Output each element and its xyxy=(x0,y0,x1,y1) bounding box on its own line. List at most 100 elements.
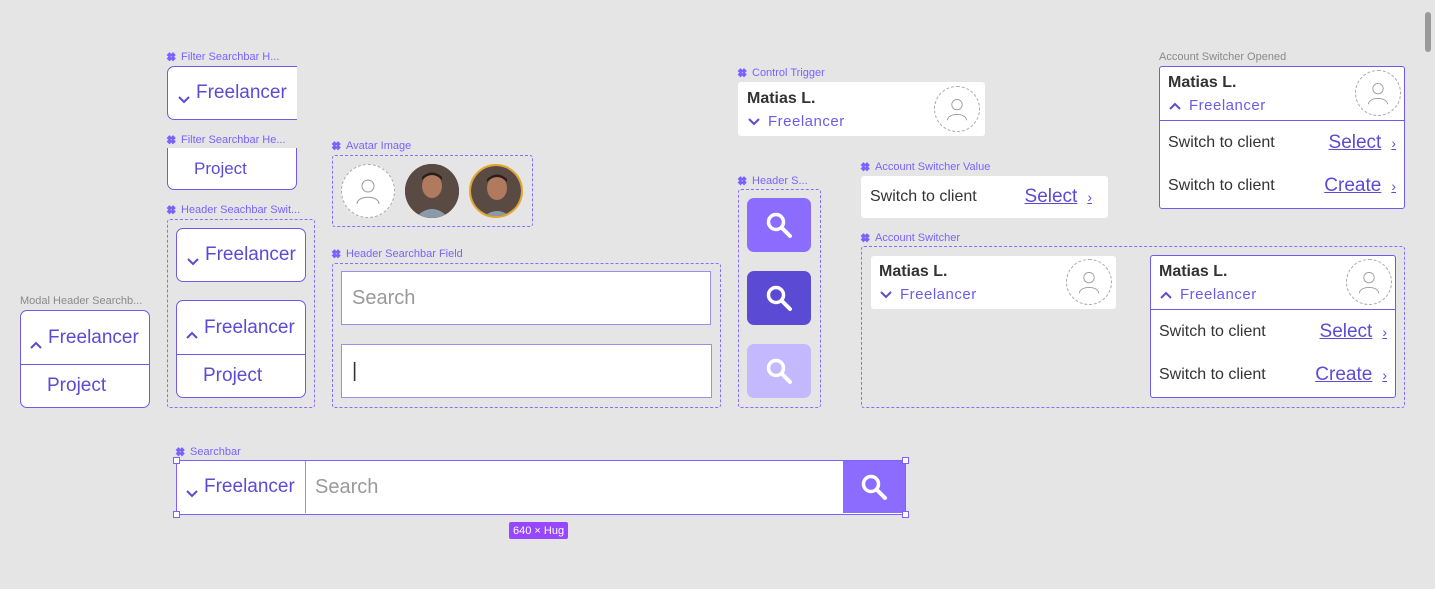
dropdown-value: Freelancer xyxy=(48,326,139,348)
account-role-text: Freelancer xyxy=(1180,286,1257,303)
search-placeholder: Search xyxy=(315,475,379,498)
account-switcher-closed[interactable]: Matias L. Freelancer xyxy=(871,256,1116,309)
frame-label-switcher-value: Account Switcher Value xyxy=(862,161,990,173)
user-icon xyxy=(1368,83,1388,105)
searchbar-input[interactable]: Search xyxy=(315,461,378,513)
account-control-trigger[interactable]: Matias L. Freelancer xyxy=(738,82,985,136)
switch-option-create[interactable]: Switch to client Create › xyxy=(1160,164,1404,207)
switcher-header[interactable]: Matias L. Freelancer xyxy=(1160,67,1404,121)
option-label: Project xyxy=(194,158,247,178)
dropdown-value: Freelancer xyxy=(204,316,295,338)
component-icon xyxy=(862,234,871,243)
frame-label-text: Searchbar xyxy=(190,446,241,458)
account-role-text: Freelancer xyxy=(1189,97,1266,114)
select-label: Select xyxy=(1024,186,1078,207)
switcher-header[interactable]: Matias L. Freelancer xyxy=(1151,256,1395,310)
person-photo-icon xyxy=(405,164,459,218)
search-button-disabled[interactable] xyxy=(747,344,811,398)
dropdown-trigger[interactable]: Freelancer xyxy=(177,301,305,355)
create-link[interactable]: Create › xyxy=(1315,364,1387,386)
chevron-up-icon xyxy=(186,323,198,339)
frame-label-text: Header Seachbar Swit... xyxy=(181,204,301,216)
frame-label-filter-1: Filter Searchbar H... xyxy=(168,51,279,63)
option-label: Project xyxy=(47,375,107,396)
avatar-placeholder xyxy=(341,164,395,218)
search-input-focused[interactable]: | xyxy=(341,344,712,398)
component-icon xyxy=(168,136,177,145)
frame-label-text: Filter Searchbar He... xyxy=(181,134,286,146)
vertical-scrollbar[interactable] xyxy=(1425,12,1431,52)
resize-handle[interactable] xyxy=(173,511,180,518)
frame-label-header-s: Header S... xyxy=(739,175,808,187)
filter-project-option[interactable]: Project xyxy=(167,148,297,190)
frame-label-avatar: Avatar Image xyxy=(333,140,411,152)
component-icon xyxy=(333,250,342,259)
frame-label-modal-header: Modal Header Searchb... xyxy=(20,295,142,307)
select-link[interactable]: Select › xyxy=(1025,186,1092,208)
user-icon xyxy=(1079,272,1099,294)
chevron-right-icon: › xyxy=(1391,134,1396,151)
text-cursor: | xyxy=(352,359,358,382)
search-input[interactable]: Search xyxy=(341,271,711,325)
create-link[interactable]: Create › xyxy=(1324,175,1396,197)
chevron-right-icon: › xyxy=(1391,177,1396,194)
chevron-right-icon: › xyxy=(1382,366,1387,383)
component-icon xyxy=(168,53,177,62)
search-icon xyxy=(766,358,792,384)
avatar-photo-active xyxy=(469,164,523,218)
frame-label-text: Account Switcher Opened xyxy=(1159,51,1287,63)
account-role: Freelancer xyxy=(748,113,845,130)
header-switch-open-dropdown[interactable]: Freelancer Project xyxy=(176,300,306,398)
search-button-pressed[interactable] xyxy=(747,271,811,325)
dropdown-option-project[interactable]: Project xyxy=(21,365,149,407)
searchbar-role-dropdown[interactable]: Freelancer xyxy=(177,461,306,513)
switch-text: Switch to client xyxy=(1168,133,1275,151)
frame-label-text: Control Trigger xyxy=(752,67,825,79)
chevron-down-icon xyxy=(187,250,199,266)
searchbar: Freelancer Search xyxy=(176,460,906,515)
create-label: Create xyxy=(1315,363,1373,385)
select-link[interactable]: Select › xyxy=(1320,321,1387,343)
switch-text: Switch to client xyxy=(1168,176,1275,194)
resize-handle[interactable] xyxy=(902,511,909,518)
dropdown-option-project[interactable]: Project xyxy=(177,355,305,397)
search-button[interactable] xyxy=(747,198,811,252)
frame-label-switcher: Account Switcher xyxy=(862,232,960,244)
select-label: Select xyxy=(1328,131,1382,153)
search-placeholder: Search xyxy=(352,286,416,309)
filter-freelancer-dropdown[interactable]: Freelancer xyxy=(167,66,297,120)
frame-label-text: Account Switcher xyxy=(875,232,960,244)
user-icon xyxy=(1359,272,1379,294)
resize-handle[interactable] xyxy=(902,457,909,464)
account-name: Matias L. xyxy=(747,90,816,107)
component-icon xyxy=(333,142,342,151)
switch-text: Switch to client xyxy=(1159,322,1266,340)
switch-text: Switch to client xyxy=(870,188,977,205)
component-icon xyxy=(739,69,748,78)
select-link[interactable]: Select › xyxy=(1329,132,1396,154)
avatar-photo xyxy=(405,164,459,218)
chevron-down-icon xyxy=(880,290,892,298)
create-label: Create xyxy=(1324,174,1382,196)
searchbar-search-button[interactable] xyxy=(843,461,905,513)
switcher-value-row[interactable]: Switch to client Select › xyxy=(861,176,1108,218)
header-switch-freelancer[interactable]: Freelancer xyxy=(176,228,306,282)
dropdown-trigger[interactable]: Freelancer xyxy=(21,311,149,365)
size-badge-text: 640 × Hug xyxy=(513,524,565,537)
frame-label-header-switch: Header Seachbar Swit... xyxy=(168,204,300,216)
avatar-placeholder xyxy=(1066,259,1112,305)
option-label: Project xyxy=(203,365,263,386)
avatar-placeholder xyxy=(1355,70,1401,116)
account-switcher-opened: Matias L. Freelancer Switch to client Se… xyxy=(1159,66,1405,209)
dropdown-value: Freelancer xyxy=(196,82,287,103)
account-role: Freelancer xyxy=(880,286,977,303)
account-name: Matias L. xyxy=(879,263,948,280)
component-icon xyxy=(862,163,871,172)
switch-option-select[interactable]: Switch to client Select › xyxy=(1151,310,1395,353)
frame-label-switcher-opened: Account Switcher Opened xyxy=(1159,51,1286,63)
modal-header-dropdown[interactable]: Freelancer Project xyxy=(20,310,150,408)
account-role-text: Freelancer xyxy=(900,286,977,303)
switch-option-select[interactable]: Switch to client Select › xyxy=(1160,121,1404,164)
resize-handle[interactable] xyxy=(173,457,180,464)
switch-option-create[interactable]: Switch to client Create › xyxy=(1151,353,1395,396)
